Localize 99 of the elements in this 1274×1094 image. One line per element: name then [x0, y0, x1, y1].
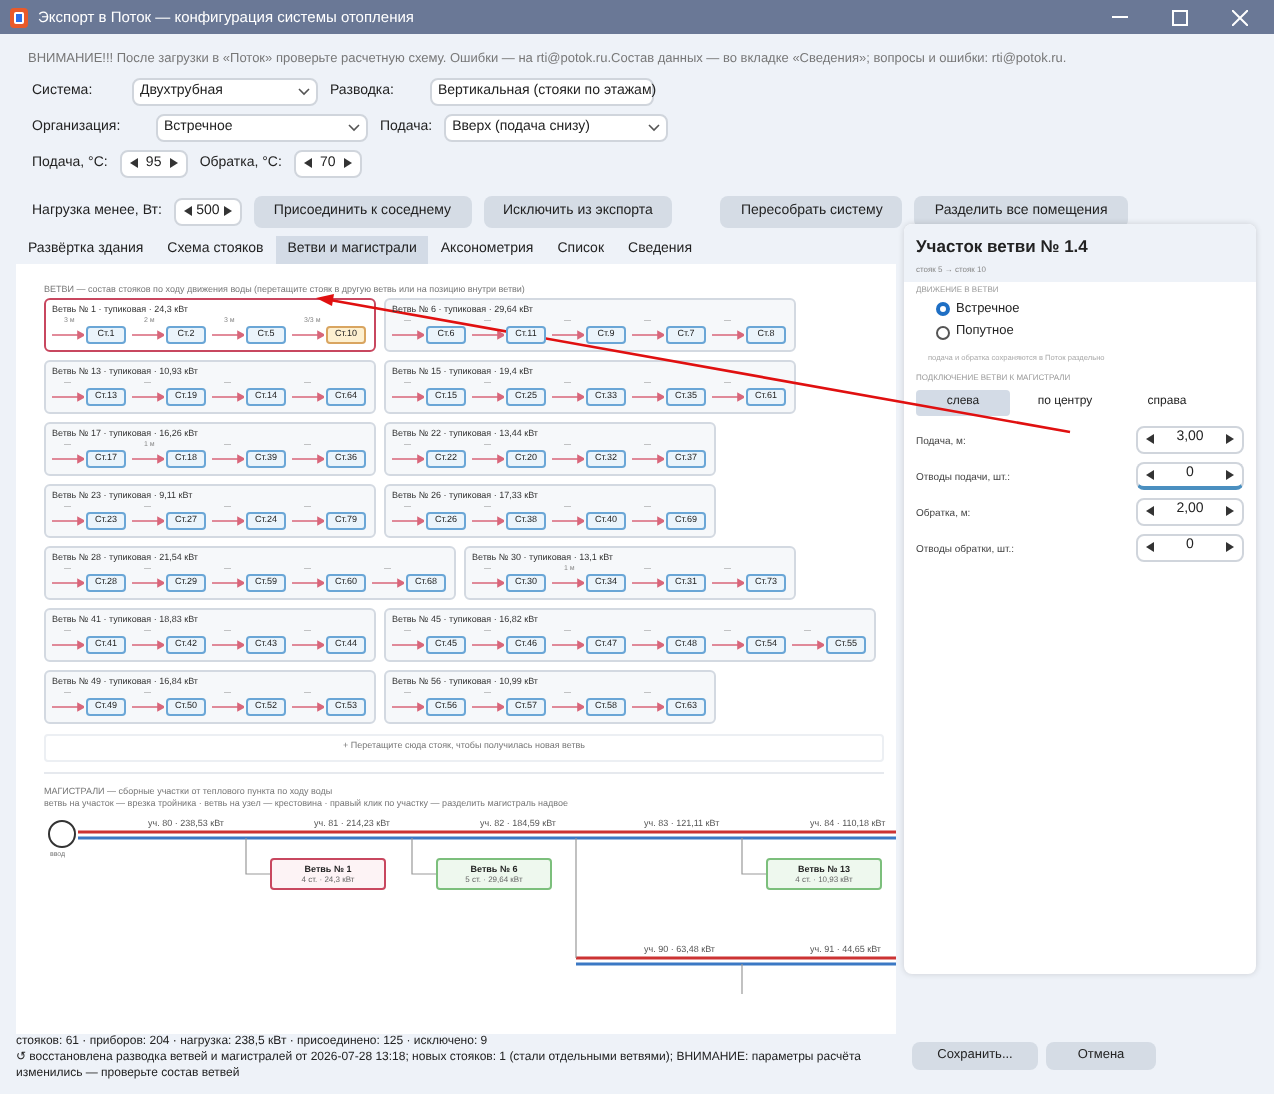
flow-arrow-icon	[212, 577, 244, 588]
flow-arrow-icon	[52, 329, 84, 340]
close-icon[interactable]	[1232, 9, 1248, 25]
left-triangle-icon	[129, 158, 138, 169]
radio-button[interactable]	[936, 325, 950, 340]
flow-arrow-icon	[632, 639, 664, 650]
decrement-button[interactable]	[183, 206, 192, 217]
flow-arrow-icon	[712, 391, 744, 402]
flow-arrow-icon	[472, 329, 504, 340]
flow-arrow-icon	[292, 329, 324, 340]
left-triangle-icon	[303, 158, 312, 169]
flow-arrow-icon	[552, 577, 584, 588]
flow-arrow-icon	[472, 391, 504, 402]
increment-button[interactable]	[169, 158, 178, 169]
decrement-button[interactable]	[129, 158, 138, 169]
flow-arrow-icon	[632, 453, 664, 464]
flow-arrow-icon	[52, 639, 84, 650]
right-triangle-icon	[1226, 542, 1234, 553]
flow-arrow-icon	[472, 453, 504, 464]
flow-arrow-icon	[472, 639, 504, 650]
flow-arrow-icon	[292, 701, 324, 712]
flow-arrow-icon	[292, 453, 324, 464]
decrement-button[interactable]	[303, 158, 312, 169]
flow-arrow-icon	[52, 391, 84, 402]
flow-arrow-icon	[132, 391, 164, 402]
right-triangle-icon	[343, 158, 352, 169]
flow-arrow-icon	[712, 329, 744, 340]
flow-arrow-icon	[472, 577, 504, 588]
flow-arrow-icon	[212, 453, 244, 464]
flow-arrow-icon	[632, 391, 664, 402]
panel-title: Участок ветви № 1.4	[916, 233, 1090, 259]
increment-button[interactable]	[1226, 542, 1234, 553]
flow-arrow-icon	[632, 515, 664, 526]
left-triangle-icon	[1146, 542, 1154, 553]
flow-arrow-icon	[392, 329, 424, 340]
decrement-button[interactable]	[1146, 469, 1154, 480]
chevron-down-icon	[348, 123, 360, 132]
flow-arrow-icon	[292, 391, 324, 402]
flow-arrow-icon	[552, 329, 584, 340]
right-triangle-icon	[1226, 434, 1234, 445]
increment-button[interactable]	[343, 158, 352, 169]
flow-arrow-icon	[212, 639, 244, 650]
flow-arrow-icon	[792, 639, 824, 650]
flow-arrow-icon	[132, 701, 164, 712]
app-logo-icon	[10, 7, 28, 27]
flow-arrow-icon	[52, 701, 84, 712]
flow-arrow-icon	[212, 391, 244, 402]
radio-button[interactable]	[936, 301, 950, 316]
flow-arrow-icon	[392, 701, 424, 712]
flow-arrow-icon	[372, 577, 404, 588]
flow-arrow-icon	[132, 329, 164, 340]
decrement-button[interactable]	[1146, 434, 1154, 445]
decrement-button[interactable]	[1146, 542, 1154, 553]
flow-arrow-icon	[712, 577, 744, 588]
flow-arrow-icon	[632, 577, 664, 588]
chevron-down-icon	[648, 123, 661, 132]
flow-arrow-icon	[132, 515, 164, 526]
flow-arrow-icon	[132, 639, 164, 650]
left-triangle-icon	[183, 206, 192, 217]
decrement-button[interactable]	[1146, 506, 1154, 517]
flow-arrow-icon	[392, 515, 424, 526]
flow-arrow-icon	[712, 639, 744, 650]
flow-arrow-icon	[392, 639, 424, 650]
maximize-icon[interactable]	[1172, 9, 1188, 25]
flow-arrow-icon	[212, 329, 244, 340]
flow-arrow-icon	[132, 453, 164, 464]
flow-arrow-icon	[52, 577, 84, 588]
flow-arrow-icon	[552, 453, 584, 464]
right-triangle-icon	[1226, 506, 1234, 517]
flow-arrow-icon	[392, 453, 424, 464]
flow-arrow-icon	[212, 515, 244, 526]
chevron-down-icon	[298, 87, 310, 96]
increment-button[interactable]	[1226, 506, 1234, 517]
flow-arrow-icon	[212, 701, 244, 712]
increment-button[interactable]	[1226, 469, 1234, 480]
flow-arrow-icon	[292, 577, 324, 588]
flow-arrow-icon	[632, 701, 664, 712]
flow-arrow-icon	[552, 391, 584, 402]
flow-arrow-icon	[52, 453, 84, 464]
flow-arrow-icon	[292, 515, 324, 526]
flow-arrow-icon	[472, 515, 504, 526]
left-triangle-icon	[1146, 469, 1154, 480]
left-triangle-icon	[1146, 434, 1154, 445]
increment-button[interactable]	[223, 206, 232, 217]
increment-button[interactable]	[1226, 434, 1234, 445]
flow-arrow-icon	[552, 515, 584, 526]
flow-arrow-icon	[552, 639, 584, 650]
heat-node-icon	[48, 819, 76, 848]
flow-arrow-icon	[292, 639, 324, 650]
flow-arrow-icon	[472, 701, 504, 712]
right-triangle-icon	[223, 206, 232, 217]
right-triangle-icon	[1226, 469, 1234, 480]
flow-arrow-icon	[392, 391, 424, 402]
flow-arrow-icon	[632, 329, 664, 340]
left-triangle-icon	[1146, 506, 1154, 517]
flow-arrow-icon	[52, 515, 84, 526]
flow-arrow-icon	[552, 701, 584, 712]
right-triangle-icon	[169, 158, 178, 169]
flow-arrow-icon	[132, 577, 164, 588]
